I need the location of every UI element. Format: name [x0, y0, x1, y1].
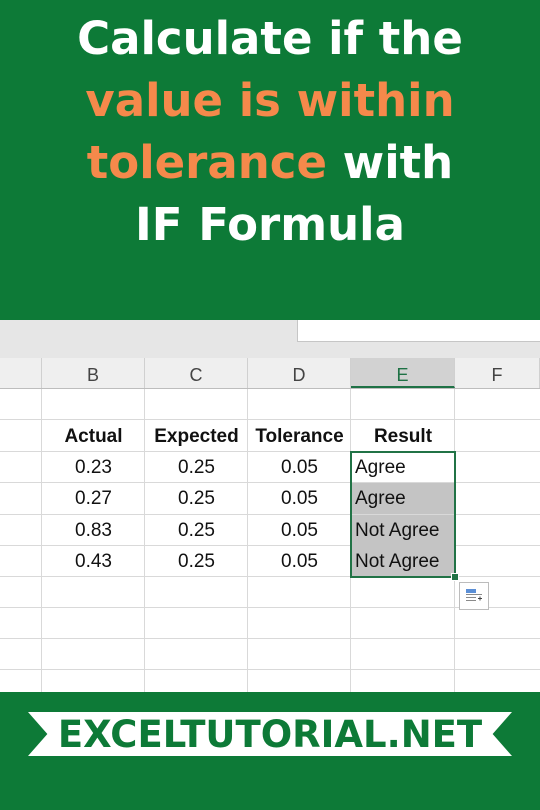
cell-grid: Actual Expected Tolerance Result 0.23 0.… [0, 389, 540, 692]
cell-actual[interactable]: 0.23 [42, 452, 145, 483]
column-header-d[interactable]: D [248, 358, 351, 388]
cell-header-result[interactable]: Result [351, 421, 455, 452]
row-header-corner[interactable] [0, 358, 42, 388]
column-header-c[interactable]: C [145, 358, 248, 388]
title-banner: Calculate if the value is within toleran… [0, 0, 540, 320]
cell-expected[interactable]: 0.25 [145, 483, 248, 514]
quick-analysis-icon [466, 589, 482, 601]
ribbon-strip [0, 320, 540, 358]
page-title: Calculate if the value is within toleran… [0, 0, 540, 256]
title-line-3: tolerance with [0, 132, 540, 194]
quick-analysis-button[interactable] [459, 582, 489, 610]
column-headers: B C D E F [0, 358, 540, 389]
cell-tolerance[interactable]: 0.05 [248, 452, 351, 483]
cell-header-actual[interactable]: Actual [42, 421, 145, 452]
cell-header-tolerance[interactable]: Tolerance [248, 421, 351, 452]
cell-tolerance[interactable]: 0.05 [248, 483, 351, 514]
cell-expected[interactable]: 0.25 [145, 546, 248, 577]
site-name[interactable]: EXCELTUTORIAL.NET [28, 712, 512, 756]
selection-range[interactable] [350, 451, 456, 578]
formula-bar[interactable] [297, 320, 540, 342]
cell-actual[interactable]: 0.43 [42, 546, 145, 577]
title-line-1: Calculate if the [77, 12, 463, 65]
title-line-3-rest: with [326, 136, 454, 189]
column-header-e[interactable]: E [351, 358, 455, 388]
column-header-f[interactable]: F [455, 358, 540, 388]
gridline [0, 669, 540, 670]
column-header-b[interactable]: B [42, 358, 145, 388]
footer-banner: EXCELTUTORIAL.NET [0, 692, 540, 810]
title-highlight-tolerance: tolerance [86, 136, 327, 189]
gridline [0, 419, 540, 420]
title-line-4: IF Formula [135, 198, 405, 251]
cell-header-expected[interactable]: Expected [145, 421, 248, 452]
cell-tolerance[interactable]: 0.05 [248, 515, 351, 546]
fill-handle[interactable] [451, 573, 459, 581]
cell-actual[interactable]: 0.27 [42, 483, 145, 514]
cell-tolerance[interactable]: 0.05 [248, 546, 351, 577]
gridline [0, 638, 540, 639]
title-line-2: value is within [85, 74, 455, 127]
cell-actual[interactable]: 0.83 [42, 515, 145, 546]
cell-expected[interactable]: 0.25 [145, 515, 248, 546]
spreadsheet: B C D E F Actual Expected Tolerance Resu… [0, 320, 540, 692]
cell-expected[interactable]: 0.25 [145, 452, 248, 483]
